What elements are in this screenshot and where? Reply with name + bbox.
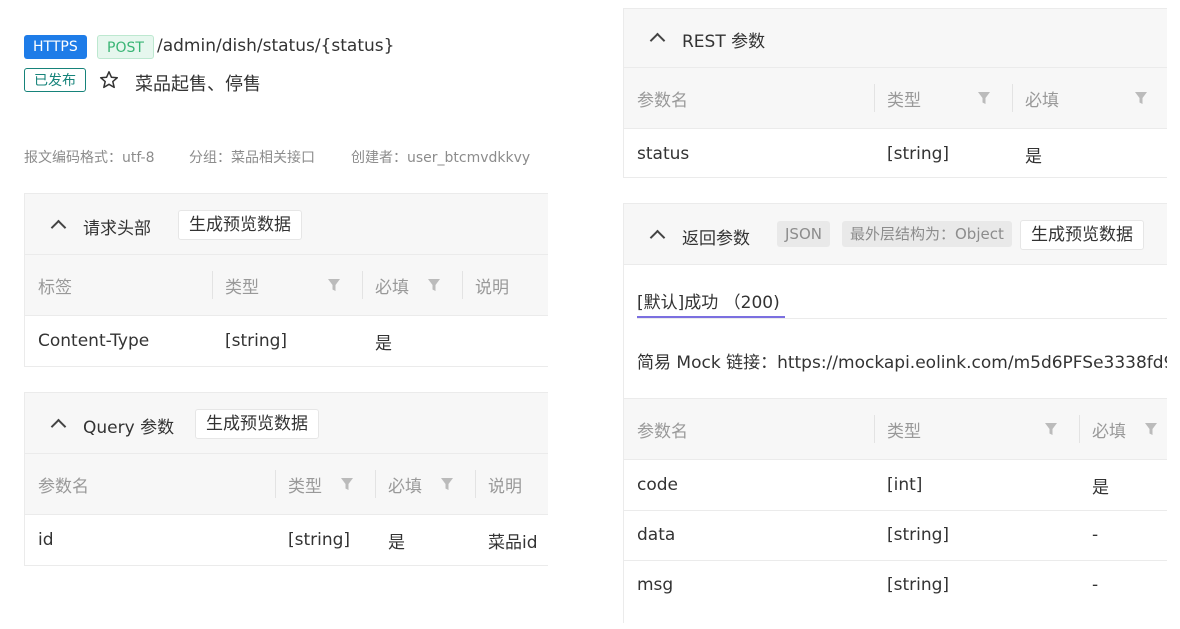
mock-link-row: 简易 Mock 链接：https://mockapi.eolink.com/m5…	[637, 348, 1167, 373]
panel-header: REST 参数	[624, 9, 1167, 68]
cell-required: -	[1092, 575, 1099, 595]
cell-name: Content-Type	[38, 331, 150, 351]
format-tag: JSON	[777, 221, 830, 247]
https-badge: HTTPS	[24, 35, 87, 59]
collapse-chevron-icon[interactable]	[50, 418, 67, 435]
request-headers-panel: 请求头部 生成预览数据 标签 类型 必填 说明 Content-Type [st…	[24, 193, 548, 367]
filter-icon[interactable]	[1145, 423, 1157, 436]
filter-icon[interactable]	[441, 478, 453, 491]
cell-required: -	[1092, 525, 1099, 545]
cell-type: [string]	[225, 331, 288, 351]
structure-tag: 最外层结构为：Object	[842, 221, 1012, 247]
mock-link-label: 简易 Mock 链接：	[637, 353, 778, 373]
col-required: 必填	[1025, 90, 1059, 111]
mock-link-url[interactable]: https://mockapi.eolink.com/m5d6PFSe3338f…	[777, 353, 1167, 373]
panel-title: Query 参数	[83, 418, 175, 438]
cell-type: [string]	[887, 144, 950, 164]
col-type: 类型	[288, 476, 322, 497]
rest-params-panel: REST 参数 参数名 类型 必填 status [string] 是	[623, 8, 1167, 178]
cell-type: [string]	[887, 575, 950, 595]
table-row: msg [string] -	[624, 560, 1167, 610]
star-icon[interactable]	[99, 70, 119, 90]
cell-type: [string]	[887, 525, 950, 545]
cell-name: msg	[637, 575, 674, 595]
table-row: Content-Type [string] 是	[25, 316, 548, 366]
tab-divider	[637, 318, 1167, 319]
generate-preview-button[interactable]: 生成预览数据	[178, 210, 302, 240]
cell-type: [int]	[887, 475, 923, 495]
filter-icon[interactable]	[328, 279, 340, 292]
table-header: 参数名 类型 必填	[624, 398, 1167, 460]
table-header: 标签 类型 必填 说明	[25, 255, 548, 316]
table-row: code [int] 是	[624, 460, 1167, 511]
status-badge[interactable]: 已发布	[24, 68, 86, 92]
cell-name: data	[637, 525, 676, 545]
col-description: 说明	[488, 476, 522, 497]
cell-type: [string]	[288, 530, 351, 550]
api-path: /admin/dish/status/{status}	[157, 36, 395, 56]
col-required: 必填	[375, 277, 409, 298]
api-title: 菜品起售、停售	[135, 74, 261, 95]
panel-header: 请求头部 生成预览数据	[25, 194, 548, 255]
col-param-name: 参数名	[637, 421, 688, 442]
meta-group: 分组：菜品相关接口	[189, 150, 315, 166]
table-header: 参数名 类型 必填	[624, 68, 1167, 129]
table-row: status [string] 是	[624, 129, 1167, 177]
generate-preview-button[interactable]: 生成预览数据	[195, 409, 319, 439]
filter-icon[interactable]	[1135, 92, 1147, 105]
cell-required: 是	[1025, 146, 1042, 167]
col-label: 标签	[38, 277, 72, 298]
panel-header: Query 参数 生成预览数据	[25, 393, 548, 454]
query-params-panel: Query 参数 生成预览数据 参数名 类型 必填 说明 id [string]…	[24, 392, 548, 566]
meta-encoding: 报文编码格式：utf-8	[24, 150, 155, 166]
col-param-name: 参数名	[38, 476, 89, 497]
cell-name: code	[637, 475, 678, 495]
cell-required: 是	[388, 532, 405, 553]
panel-title: REST 参数	[682, 32, 766, 52]
filter-icon[interactable]	[341, 478, 353, 491]
collapse-chevron-icon[interactable]	[649, 32, 666, 49]
panel-title: 请求头部	[83, 219, 151, 239]
col-required: 必填	[1092, 421, 1126, 442]
filter-icon[interactable]	[978, 92, 990, 105]
meta-creator: 创建者：user_btcmvdkkvy	[351, 150, 531, 166]
cell-required: 是	[375, 333, 392, 354]
cell-required: 是	[1092, 477, 1109, 498]
filter-icon[interactable]	[1045, 423, 1057, 436]
response-panel: 返回参数 JSON 最外层结构为：Object 生成预览数据 [默认]成功 （2…	[623, 203, 1167, 623]
tab-default-success[interactable]: [默认]成功 （200)	[637, 288, 780, 313]
col-param-name: 参数名	[637, 90, 688, 111]
col-description: 说明	[475, 277, 509, 298]
filter-icon[interactable]	[428, 279, 440, 292]
panel-header: 返回参数 JSON 最外层结构为：Object 生成预览数据	[624, 204, 1167, 265]
col-required: 必填	[388, 476, 422, 497]
panel-title: 返回参数	[682, 229, 750, 249]
col-type: 类型	[887, 90, 921, 111]
table-row: data [string] -	[624, 510, 1167, 561]
table-header: 参数名 类型 必填 说明	[25, 454, 548, 515]
generate-preview-button[interactable]: 生成预览数据	[1020, 220, 1144, 250]
cell-description: 菜品id	[488, 532, 538, 553]
cell-name: status	[637, 144, 690, 164]
method-badge: POST	[97, 35, 154, 59]
col-type: 类型	[225, 277, 259, 298]
col-type: 类型	[887, 421, 921, 442]
cell-name: id	[38, 530, 54, 550]
collapse-chevron-icon[interactable]	[50, 219, 67, 236]
table-row: id [string] 是 菜品id	[25, 515, 548, 565]
collapse-chevron-icon[interactable]	[649, 229, 666, 246]
